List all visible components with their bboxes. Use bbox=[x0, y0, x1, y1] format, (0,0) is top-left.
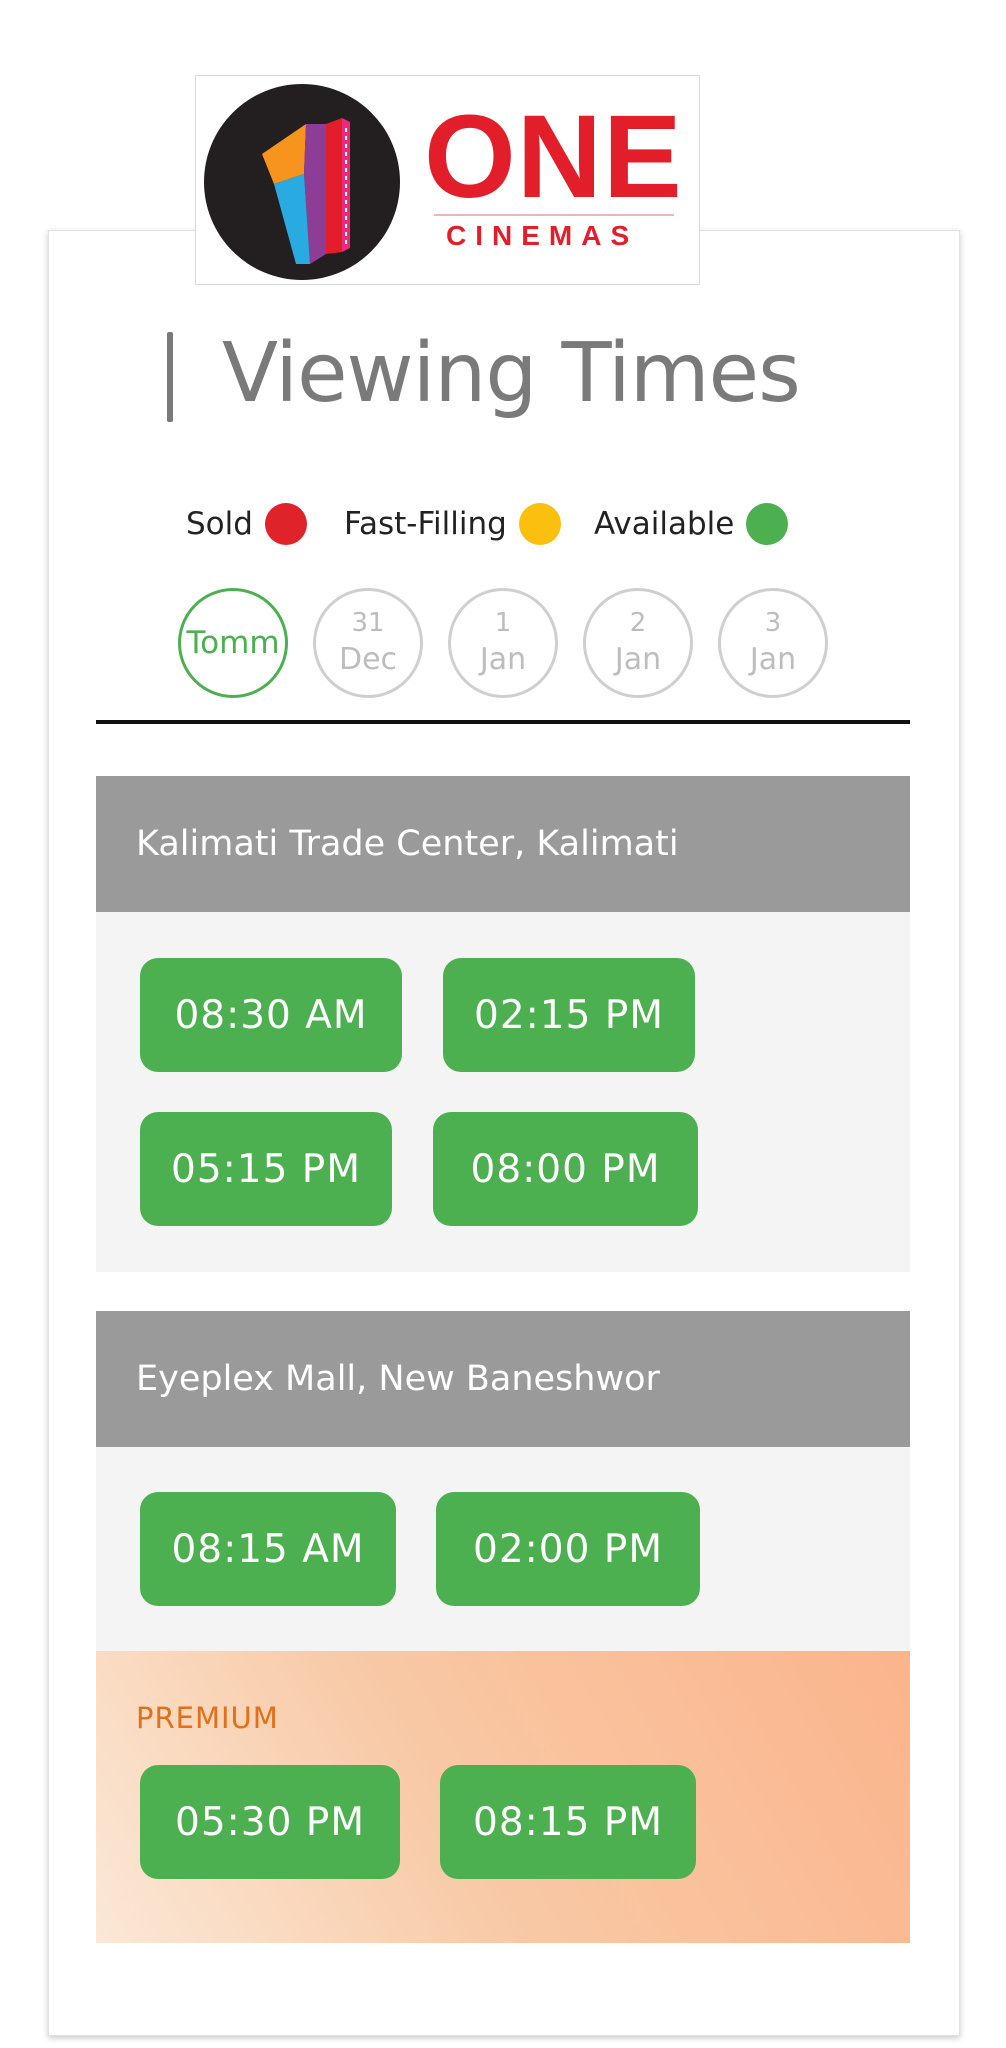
logo-emblem-icon bbox=[204, 84, 400, 280]
page: ONE CINEMAS Viewing Times Sold Fast-Fill… bbox=[0, 0, 1006, 2048]
date-tomorrow[interactable]: Tomm bbox=[178, 588, 288, 698]
legend-available: Available bbox=[594, 503, 789, 545]
showtime-button[interactable]: 08:15 AM bbox=[140, 1492, 396, 1606]
date-divider bbox=[96, 720, 910, 724]
page-title: Viewing Times bbox=[222, 326, 801, 421]
showtime-button[interactable]: 08:00 PM bbox=[433, 1112, 698, 1226]
venue-header-kalimati: Kalimati Trade Center, Kalimati bbox=[96, 776, 910, 912]
date-2-jan[interactable]: 2 Jan bbox=[583, 588, 693, 698]
venue-showtimes-eyeplex: 08:15 AM 02:00 PM bbox=[96, 1447, 910, 1651]
date-day: 3 bbox=[764, 608, 782, 638]
date-month: Jan bbox=[479, 642, 527, 677]
venue-showtimes-kalimati: 08:30 AM 02:15 PM 05:15 PM 08:00 PM bbox=[96, 912, 910, 1272]
one-cinemas-logo: ONE CINEMAS bbox=[195, 75, 700, 285]
red-dot-icon bbox=[264, 503, 307, 545]
showtime-button[interactable]: 02:15 PM bbox=[443, 958, 695, 1072]
date-selector: Tomm 31 Dec 1 Jan 2 Jan 3 Jan bbox=[0, 588, 1006, 698]
yellow-dot-icon bbox=[518, 503, 561, 545]
date-day: 2 bbox=[629, 608, 647, 638]
date-month: Jan bbox=[614, 642, 662, 677]
date-month: Dec bbox=[338, 642, 398, 677]
date-31-dec[interactable]: 31 Dec bbox=[313, 588, 423, 698]
date-3-jan[interactable]: 3 Jan bbox=[718, 588, 828, 698]
premium-showtimes-eyeplex: PREMIUM 05:30 PM 08:15 PM bbox=[96, 1651, 910, 1943]
logo-wordmark: ONE bbox=[424, 91, 683, 223]
venue-header-eyeplex: Eyeplex Mall, New Baneshwor bbox=[96, 1311, 910, 1447]
date-month: Jan bbox=[749, 642, 797, 677]
logo-subtitle: CINEMAS bbox=[446, 220, 639, 251]
availability-legend: Sold Fast-Filling Available bbox=[0, 503, 1006, 545]
legend-label: Sold bbox=[186, 506, 253, 542]
date-label: Tomm bbox=[186, 625, 280, 661]
premium-label: PREMIUM bbox=[136, 1701, 279, 1735]
title-accent-bar bbox=[167, 332, 173, 422]
date-1-jan[interactable]: 1 Jan bbox=[448, 588, 558, 698]
venue-name: Eyeplex Mall, New Baneshwor bbox=[136, 1359, 660, 1399]
legend-sold: Sold bbox=[186, 503, 307, 545]
premium-showtime-button[interactable]: 08:15 PM bbox=[440, 1765, 696, 1879]
legend-label: Available bbox=[594, 506, 735, 542]
showtime-button[interactable]: 05:15 PM bbox=[140, 1112, 392, 1226]
showtime-button[interactable]: 08:30 AM bbox=[140, 958, 402, 1072]
date-day: 1 bbox=[494, 608, 512, 638]
logo-rule bbox=[434, 214, 674, 216]
green-dot-icon bbox=[746, 503, 789, 545]
legend-label: Fast-Filling bbox=[344, 506, 507, 542]
date-day: 31 bbox=[351, 608, 385, 638]
legend-fast-filling: Fast-Filling bbox=[344, 503, 561, 545]
premium-showtime-button[interactable]: 05:30 PM bbox=[140, 1765, 400, 1879]
venue-name: Kalimati Trade Center, Kalimati bbox=[136, 824, 679, 864]
showtime-button[interactable]: 02:00 PM bbox=[436, 1492, 700, 1606]
